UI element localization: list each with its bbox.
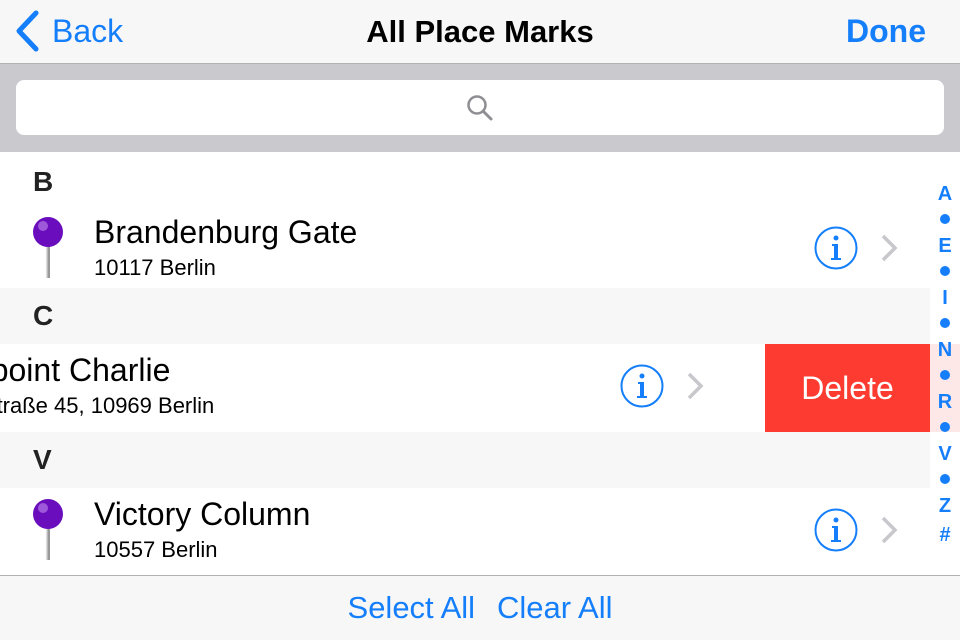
index-dot	[940, 266, 950, 276]
list-item[interactable]: Brandenburg Gate 10117 Berlin	[0, 206, 930, 288]
index-e[interactable]: E	[930, 235, 960, 258]
back-button[interactable]: Back	[14, 10, 123, 52]
index-n[interactable]: N	[930, 339, 960, 362]
chevron-left-icon	[16, 10, 39, 52]
page-title: All Place Marks	[366, 14, 594, 49]
place-name: Checkpoint Charlie	[0, 352, 171, 388]
index-i[interactable]: I	[930, 287, 960, 310]
index-z[interactable]: Z	[930, 495, 960, 518]
index-v[interactable]: V	[930, 443, 960, 466]
section-header-v: V	[0, 432, 930, 488]
list-item[interactable]: Victory Column 10557 Berlin	[0, 488, 930, 575]
index-dot	[940, 474, 950, 484]
index-dot	[940, 318, 950, 328]
back-label: Back	[52, 12, 124, 49]
index-a[interactable]: A	[930, 183, 960, 206]
select-all-button[interactable]: Select All	[348, 590, 476, 626]
place-name: Victory Column	[94, 496, 311, 532]
list-item-swiped[interactable]: Checkpoint Charlie Friedrichstraße 45, 1…	[0, 344, 930, 432]
info-icon[interactable]	[814, 508, 858, 552]
section-header-c: C	[0, 288, 930, 344]
pin-icon	[33, 217, 63, 278]
info-icon[interactable]	[814, 226, 858, 270]
delete-button[interactable]: Delete	[765, 344, 930, 432]
bottom-toolbar: Select All Clear All	[0, 575, 960, 640]
index-r[interactable]: R	[930, 391, 960, 414]
place-address: Friedrichstraße 45, 10969 Berlin	[0, 393, 215, 418]
index-dot	[940, 370, 950, 380]
place-address: 10117 Berlin	[94, 255, 216, 280]
chevron-right-icon	[881, 516, 898, 544]
place-marks-list: B Brandenburg Gate 10117 Berlin C Checkp…	[0, 152, 930, 575]
place-name: Brandenburg Gate	[94, 214, 358, 250]
chevron-right-icon	[881, 234, 898, 262]
index-dot	[940, 214, 950, 224]
section-header-b: B	[0, 152, 930, 206]
search-bar	[0, 64, 960, 152]
navigation-bar: Back All Place Marks Done	[0, 0, 960, 64]
index-hash[interactable]: #	[930, 524, 960, 547]
done-button[interactable]: Done	[846, 13, 926, 50]
info-icon[interactable]	[620, 364, 664, 408]
pin-icon	[33, 499, 63, 560]
clear-all-button[interactable]: Clear All	[497, 590, 612, 626]
chevron-right-icon	[687, 372, 704, 400]
search-icon	[467, 94, 493, 120]
index-dot	[940, 422, 950, 432]
section-index[interactable]: A E I N R V Z #	[930, 152, 960, 575]
search-input[interactable]	[16, 80, 944, 135]
place-address: 10557 Berlin	[94, 537, 218, 562]
